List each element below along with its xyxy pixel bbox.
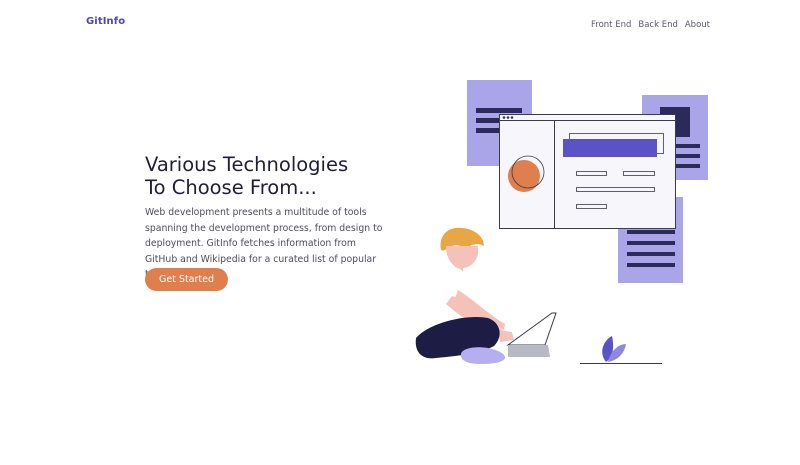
brand-logo[interactable]: GitInfo [86,16,125,27]
hero-title-line-2: To Choose From... [145,176,317,199]
developer-with-laptop-illustration [411,80,708,364]
laptop-graphic [506,312,557,357]
top-nav: Front End Back End About [591,20,710,30]
plant-graphic [580,336,662,364]
get-started-button[interactable]: Get Started [145,268,228,291]
hero-title: Various Technologies To Choose From... [145,153,348,199]
browser-window-graphic [499,114,676,229]
nav-front-end[interactable]: Front End [591,20,631,30]
hero-title-line-1: Various Technologies [145,153,349,176]
nav-about[interactable]: About [685,20,710,30]
person-figure [411,227,514,364]
nav-back-end[interactable]: Back End [638,20,678,30]
